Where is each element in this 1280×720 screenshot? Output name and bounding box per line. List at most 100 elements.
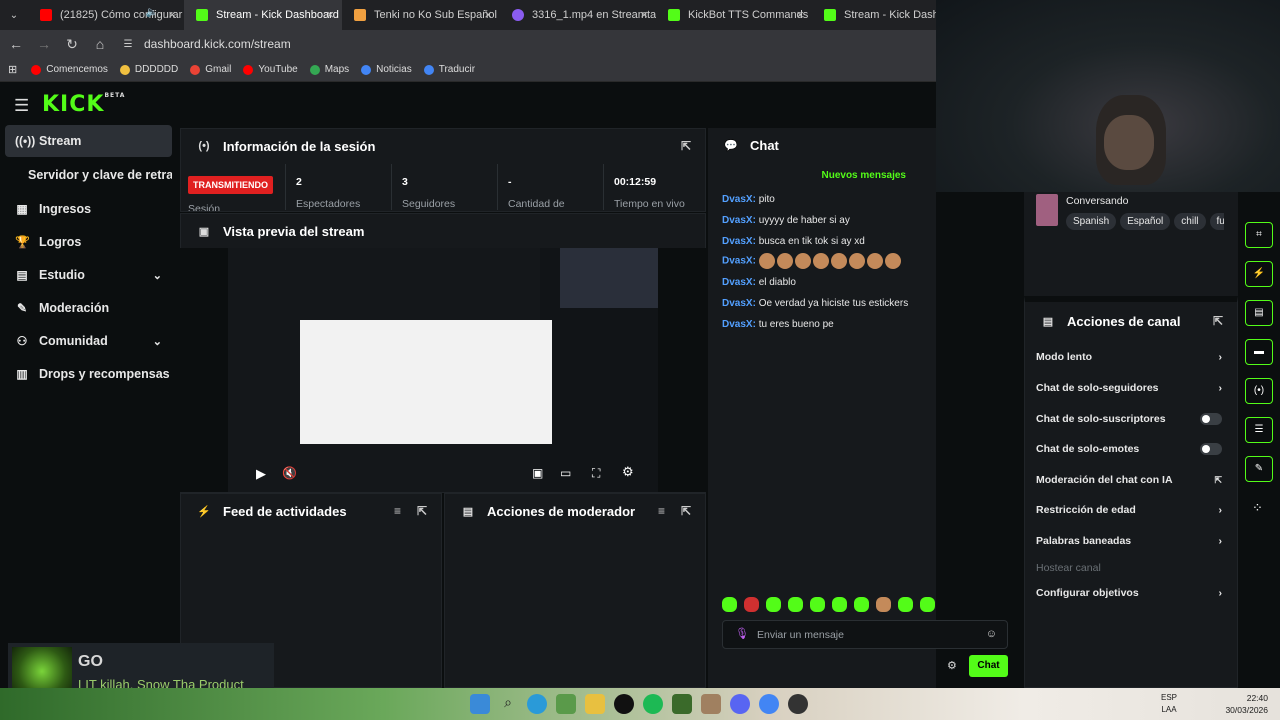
minecraft-icon[interactable]: [672, 694, 692, 714]
url-field[interactable]: dashboard.kick.com/stream: [144, 37, 291, 51]
site-info-icon[interactable]: ☰: [116, 39, 140, 50]
tag-chip[interactable]: fu: [1209, 213, 1224, 230]
scan-icon[interactable]: ⌗: [1245, 222, 1273, 248]
emote-icon[interactable]: [766, 597, 781, 612]
emote-icon[interactable]: [744, 597, 759, 612]
stream-category[interactable]: Conversando: [1066, 195, 1128, 207]
emote-icon[interactable]: [876, 597, 891, 612]
hamburger-menu-icon[interactable]: ☰: [14, 96, 29, 116]
browser-tab[interactable]: Stream - Kick Dashboard: [812, 0, 936, 30]
app-icon[interactable]: [556, 694, 576, 714]
edge-icon[interactable]: [527, 694, 547, 714]
list-icon[interactable]: ☰: [1245, 417, 1273, 443]
settings-gear-icon[interactable]: ⚙: [622, 464, 634, 480]
tiktok-icon[interactable]: [614, 694, 634, 714]
popout-icon[interactable]: ⇱: [1213, 314, 1223, 328]
browser-tab[interactable]: KickBot TTS Commands ×: [656, 0, 812, 30]
mute-icon[interactable]: 🔇: [282, 466, 297, 480]
theater-icon[interactable]: ▭: [560, 466, 571, 480]
sidebar-item-moderation[interactable]: ✎ Moderación: [5, 292, 172, 324]
play-icon[interactable]: ▶: [256, 466, 266, 482]
emote-icon[interactable]: [920, 597, 935, 612]
fullscreen-icon[interactable]: ⛶: [592, 466, 600, 481]
apps-grid-icon[interactable]: ⊞: [8, 63, 17, 76]
popout-icon[interactable]: ⇱: [417, 504, 427, 518]
sidebar-item-achievements[interactable]: 🏆 Logros: [5, 226, 172, 258]
home-icon[interactable]: ⌂: [88, 36, 112, 52]
filter-icon[interactable]: ≡: [394, 504, 401, 518]
document-icon[interactable]: ▤: [1245, 300, 1273, 326]
subscribers-only-toggle[interactable]: [1200, 413, 1222, 425]
emoji-picker-icon[interactable]: ☺: [986, 628, 997, 640]
discord-icon[interactable]: [730, 694, 750, 714]
tag-chip[interactable]: chill: [1174, 213, 1206, 230]
forward-icon[interactable]: →: [32, 36, 56, 52]
lightning-icon[interactable]: ⚡: [1245, 261, 1273, 287]
tag-chip[interactable]: Spanish: [1066, 213, 1117, 230]
wrench-icon[interactable]: ✎: [1245, 456, 1273, 482]
bookmark-item[interactable]: Maps: [309, 64, 349, 75]
close-tab-icon[interactable]: ×: [168, 7, 176, 22]
bookmark-item[interactable]: YouTube: [243, 64, 298, 75]
action-ai-moderation[interactable]: Moderación del chat con IA ⇱: [1036, 474, 1222, 486]
back-icon[interactable]: ←: [4, 36, 28, 52]
popout-icon[interactable]: ⇱: [681, 139, 691, 153]
sidebar-item-studio[interactable]: ▤ Estudio ⌄: [5, 259, 172, 291]
sidebar-item-stream-key[interactable]: Servidor y clave de retransm: [5, 159, 172, 191]
bookmark-item[interactable]: Noticias: [361, 64, 412, 75]
action-banned-words[interactable]: Palabras baneadas ›: [1036, 535, 1222, 547]
folder-icon[interactable]: [585, 694, 605, 714]
more-options-icon[interactable]: ⁘: [1252, 500, 1263, 516]
sidebar-item-income[interactable]: ▦ Ingresos: [5, 193, 172, 225]
system-clock[interactable]: 22:40 30/03/2026: [1220, 692, 1268, 716]
browser-tab[interactable]: Tenki no Ko Sub Español - An ×: [342, 0, 500, 30]
chat-message-input[interactable]: 🎙 Enviar un mensaje ☺: [722, 620, 1008, 649]
send-chat-button[interactable]: Chat: [969, 655, 1008, 677]
close-tab-icon[interactable]: ×: [484, 7, 492, 22]
bookmark-item[interactable]: Traducir: [423, 64, 475, 75]
bookmark-item[interactable]: DDDDDD: [119, 64, 178, 75]
broadcast-icon[interactable]: (•): [1245, 378, 1273, 404]
action-followers-only[interactable]: Chat de solo-seguidores ›: [1036, 382, 1222, 394]
reload-icon[interactable]: ↻: [60, 36, 84, 53]
emotes-only-toggle[interactable]: [1200, 443, 1222, 455]
bookmark-item[interactable]: Comencemos: [31, 64, 108, 75]
emote-icon[interactable]: [832, 597, 847, 612]
start-icon[interactable]: [470, 694, 490, 714]
emote-icon[interactable]: [810, 597, 825, 612]
search-icon[interactable]: ⌕: [498, 694, 518, 714]
emote-icon[interactable]: [788, 597, 803, 612]
action-slow-mode[interactable]: Modo lento ›: [1036, 351, 1222, 363]
action-configure-goals[interactable]: Configurar objetivos ›: [1036, 587, 1222, 599]
browser-tab[interactable]: (21825) Cómo configurar 🔈 ×: [28, 0, 184, 30]
stream-preview-video[interactable]: ▶ 🔇 ▣ ▭ ⛶ ⚙: [180, 248, 706, 492]
sidebar-item-stream[interactable]: ((•)) Stream: [5, 125, 172, 157]
obs-icon[interactable]: [788, 694, 808, 714]
language-indicator[interactable]: ESP LAA: [1157, 692, 1181, 716]
emote-icon[interactable]: [898, 597, 913, 612]
emote-icon[interactable]: [854, 597, 869, 612]
kick-logo[interactable]: KICKBETA: [42, 92, 125, 117]
browser-tab-active[interactable]: Stream - Kick Dashboard ×: [184, 0, 342, 30]
app-icon[interactable]: [701, 694, 721, 714]
tag-chip[interactable]: Español: [1120, 213, 1171, 230]
category-thumbnail[interactable]: [1036, 194, 1058, 226]
filter-icon[interactable]: ≡: [658, 504, 665, 518]
chrome-icon[interactable]: [759, 694, 779, 714]
chat-bubble-icon[interactable]: ▬: [1245, 339, 1273, 365]
close-tab-icon[interactable]: ×: [326, 7, 334, 22]
sidebar-item-drops[interactable]: ▥ Drops y recompensas: [5, 358, 172, 390]
close-tab-icon[interactable]: ×: [640, 7, 648, 22]
spotify-icon[interactable]: [643, 694, 663, 714]
action-age-restriction[interactable]: Restricción de edad ›: [1036, 504, 1222, 516]
chat-settings-gear-icon[interactable]: ⚙: [947, 659, 957, 672]
sidebar-item-community[interactable]: ⚇ Comunidad ⌄: [5, 325, 172, 357]
new-messages-divider[interactable]: Nuevos mensajes: [708, 170, 936, 181]
browser-tab[interactable]: 3316_1.mp4 en Streamtape.c ×: [500, 0, 656, 30]
popout-icon[interactable]: ⇱: [681, 504, 691, 518]
bookmark-item[interactable]: Gmail: [190, 64, 231, 75]
emote-icon[interactable]: [722, 597, 737, 612]
tab-search-button[interactable]: ⌄: [0, 10, 28, 21]
microphone-icon[interactable]: 🎙: [735, 627, 749, 640]
close-tab-icon[interactable]: ×: [796, 7, 804, 22]
